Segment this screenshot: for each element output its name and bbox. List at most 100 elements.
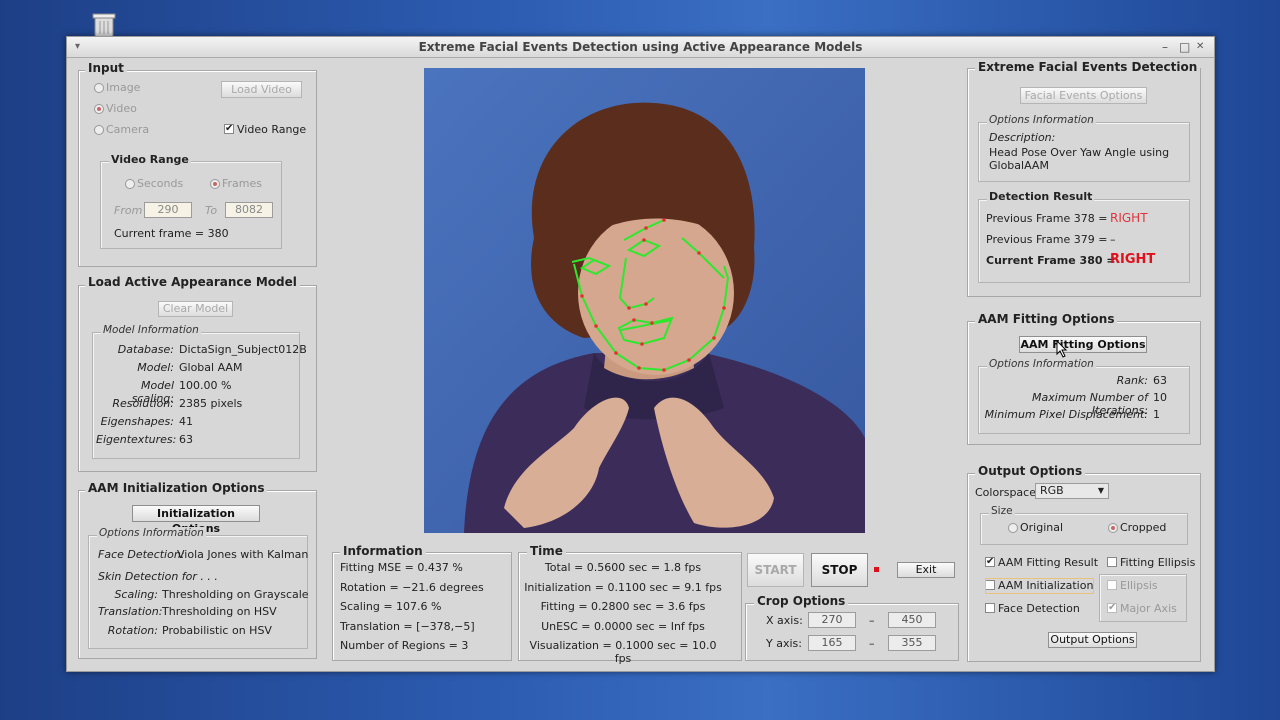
- fitting-info-value: 10: [1153, 391, 1167, 404]
- y-to-field[interactable]: 355: [888, 635, 936, 651]
- fitting-ellipsis-label: Fitting Ellipsis: [1120, 556, 1196, 569]
- fitting-result-checkbox[interactable]: ✔: [985, 557, 995, 567]
- seconds-label: Seconds: [137, 177, 184, 190]
- video-frame: [424, 68, 865, 533]
- video-radio[interactable]: [94, 104, 104, 114]
- rotation-value: Probabilistic on HSV: [162, 624, 272, 637]
- colorspace-select[interactable]: RGB ▼: [1035, 483, 1109, 499]
- x-dash: –: [869, 614, 875, 627]
- camera-radio[interactable]: [94, 125, 104, 135]
- exit-button[interactable]: Exit: [897, 562, 955, 578]
- facial-events-options-button[interactable]: Facial Events Options: [1020, 87, 1147, 104]
- information-line: Number of Regions = 3: [340, 639, 469, 652]
- from-field[interactable]: 290: [144, 202, 192, 218]
- maximize-icon[interactable]: □: [1179, 37, 1190, 57]
- video-radio-label: Video: [106, 102, 137, 115]
- fitting-info-title: Options Information: [987, 358, 1096, 370]
- output-title: Output Options: [975, 464, 1086, 478]
- original-radio[interactable]: [1008, 523, 1018, 533]
- frames-label: Frames: [222, 177, 263, 190]
- model-info-label: Model:: [137, 361, 174, 374]
- prev-frame-1-value: RIGHT: [1110, 211, 1148, 225]
- translation-value: Thresholding on HSV: [162, 605, 277, 618]
- ellipsis-label: Ellipsis: [1120, 579, 1158, 592]
- information-line: Rotation = −21.6 degrees: [340, 580, 484, 594]
- colorspace-label: Colorspace:: [975, 486, 1040, 499]
- to-field[interactable]: 8082: [225, 202, 273, 218]
- translation-label: Translation:: [98, 605, 163, 618]
- description-line-1: Head Pose Over Yaw Angle using: [989, 146, 1170, 159]
- skin-detection-label: Skin Detection for . . .: [98, 570, 218, 583]
- image-radio-label: Image: [106, 81, 141, 94]
- model-info-title: Model Information: [101, 324, 201, 336]
- from-label: From: [114, 204, 143, 217]
- x-to-field[interactable]: 450: [888, 612, 936, 628]
- model-info-value: DictaSign_Subject012B: [179, 343, 307, 356]
- fitting-ellipsis-checkbox[interactable]: [1107, 557, 1117, 567]
- description-line-2: GlobalAAM: [989, 159, 1049, 172]
- minimize-icon[interactable]: –: [1162, 37, 1168, 57]
- time-line: UnESC = 0.0000 sec = Inf fps: [541, 619, 705, 633]
- image-radio[interactable]: [94, 83, 104, 93]
- input-panel-title: Input: [85, 61, 127, 75]
- fitting-info-label: Minimum Pixel Displacement:: [984, 408, 1148, 421]
- face-detection-checkbox[interactable]: [985, 603, 995, 613]
- video-range-title: Video Range: [109, 153, 191, 166]
- ellipsis-checkbox[interactable]: [1107, 580, 1117, 590]
- load-video-button[interactable]: Load Video: [221, 81, 302, 98]
- camera-radio-label: Camera: [106, 123, 150, 136]
- detection-result-title: Detection Result: [987, 190, 1095, 203]
- fitting-title: AAM Fitting Options: [975, 312, 1118, 326]
- model-info-label: Resolution:: [112, 397, 174, 410]
- start-button[interactable]: START: [747, 553, 804, 587]
- chevron-down-icon: ▼: [1097, 486, 1104, 495]
- y-dash: –: [869, 637, 875, 650]
- efed-title: Extreme Facial Events Detection: [975, 60, 1201, 74]
- current-frame-value: RIGHT: [1110, 252, 1156, 267]
- information-line: Fitting MSE = 0.437 %: [340, 561, 463, 574]
- to-label: To: [205, 204, 218, 217]
- time-title: Time: [527, 544, 566, 558]
- frames-radio[interactable]: [210, 179, 220, 189]
- information-line: Scaling = 107.6 %: [340, 600, 442, 613]
- fitting-info-label: Rank:: [1116, 374, 1148, 387]
- title-bar: Extreme Facial Events Detection using Ac…: [67, 37, 1214, 58]
- time-line: Total = 0.5600 sec = 1.8 fps: [544, 561, 702, 574]
- x-from-field[interactable]: 270: [808, 612, 856, 628]
- clear-model-button[interactable]: Clear Model: [158, 301, 233, 317]
- colorspace-value: RGB: [1040, 484, 1064, 497]
- video-frame-image: [424, 68, 865, 533]
- close-icon[interactable]: ✕: [1196, 37, 1204, 57]
- x-axis-label: X axis:: [766, 614, 803, 627]
- stop-button[interactable]: STOP: [811, 553, 868, 587]
- aam-fitting-options-button[interactable]: AAM Fitting Options: [1019, 336, 1147, 353]
- y-from-field[interactable]: 165: [808, 635, 856, 651]
- current-frame-label: Current Frame 380 =: [986, 254, 1116, 267]
- cropped-radio[interactable]: [1108, 523, 1118, 533]
- model-info-value: 41: [179, 415, 193, 428]
- efed-info-title: Options Information: [987, 114, 1096, 126]
- information-title: Information: [340, 544, 426, 558]
- rotation-label: Rotation:: [107, 624, 158, 637]
- model-info-value: 2385 pixels: [179, 397, 243, 410]
- model-info-label: Eigentextures:: [96, 433, 177, 446]
- init-options-title: AAM Initialization Options: [85, 481, 268, 495]
- window-menu-icon[interactable]: ▾: [75, 37, 80, 57]
- video-range-checkbox[interactable]: ✔: [224, 124, 234, 134]
- initialization-options-button[interactable]: Initialization Options: [132, 505, 260, 535]
- trash-icon[interactable]: [90, 12, 118, 38]
- fitting-info-value: 63: [1153, 374, 1167, 387]
- recording-indicator: [874, 567, 879, 572]
- output-options-button[interactable]: Output Options: [1048, 632, 1137, 648]
- cropped-label: Cropped: [1120, 521, 1167, 534]
- major-axis-checkbox[interactable]: ✔: [1107, 603, 1117, 613]
- fitting-result-label: AAM Fitting Result: [998, 556, 1099, 569]
- prev-frame-2-value: –: [1110, 233, 1116, 246]
- seconds-radio[interactable]: [125, 179, 135, 189]
- model-info-label: Database:: [117, 343, 174, 356]
- model-info-value: Global AAM: [179, 361, 243, 374]
- time-line: Visualization = 0.1000 sec = 10.0 fps: [529, 639, 717, 665]
- init-info-title: Options Information: [97, 527, 206, 539]
- window-title: Extreme Facial Events Detection using Ac…: [418, 40, 863, 54]
- y-axis-label: Y axis:: [766, 637, 802, 650]
